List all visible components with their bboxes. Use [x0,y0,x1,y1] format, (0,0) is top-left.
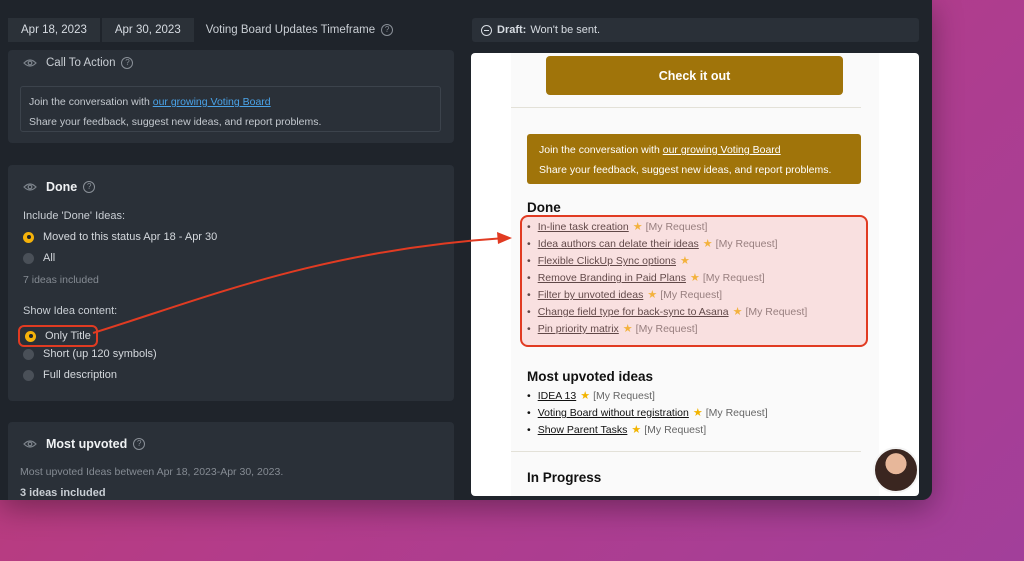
idea-list-item: Show Parent Tasks★[My Request] [527,422,768,439]
idea-list-item: IDEA 13★[My Request] [527,388,768,405]
my-request-tag: [My Request] [644,424,707,436]
radio-short-label: Short (up 120 symbols) [43,348,157,360]
radio-dot-selected [23,231,34,243]
upvoted-panel-header: Most upvoted ? [23,437,146,451]
ideas-count: 7 ideas included [23,274,99,286]
cta-box[interactable]: Join the conversation with our growing V… [20,86,441,132]
done-panel-title: Done [46,180,78,194]
timeframe-label-text: Voting Board Updates Timeframe [205,24,376,36]
radio-short[interactable]: Short (up 120 symbols) [23,348,157,360]
radio-dot-selected [25,330,36,342]
radio-dot [23,252,34,264]
idea-list-item: Voting Board without registration★[My Re… [527,405,768,422]
draft-bar: Draft: Won't be sent. [472,18,919,42]
star-icon: ★ [692,407,703,419]
join-line-1: Join the conversation with our growing V… [539,140,849,160]
join-prefix: Join the conversation with [539,144,663,156]
in-progress-heading: In Progress [527,470,602,485]
help-icon[interactable]: ? [133,438,146,450]
radio-all[interactable]: All [23,252,55,264]
idea-content-label: Show Idea content: [23,305,118,317]
divider [511,451,861,452]
timeframe-bar: Apr 18, 2023 Apr 30, 2023 Voting Board U… [8,18,394,42]
help-icon[interactable]: ? [121,57,134,69]
upvoted-count: 3 ideas included [20,487,106,499]
radio-full-description-label: Full description [43,369,117,381]
upvoted-description: Most upvoted Ideas between Apr 18, 2023-… [20,466,284,478]
cta-panel-header: Call To Action ? [23,57,134,69]
upvoted-panel-title: Most upvoted [46,437,128,451]
divider [511,107,861,108]
done-panel-header: Done ? [23,180,96,194]
support-avatar[interactable] [873,447,919,493]
idea-title-link[interactable]: Voting Board without registration [538,405,689,422]
app-window: Apr 18, 2023 Apr 30, 2023 Voting Board U… [0,0,932,500]
timeframe-label: Voting Board Updates Timeframe ? [205,24,394,36]
upvoted-ideas-list: IDEA 13★[My Request]Voting Board without… [527,388,768,439]
done-panel: Done ? Include 'Done' Ideas: Moved to th… [8,165,454,401]
star-icon: ★ [631,424,642,436]
my-request-tag: [My Request] [705,407,768,419]
cta-panel: Call To Action ? Join the conversation w… [8,50,454,143]
radio-only-title-label: Only Title [45,330,91,342]
eye-icon[interactable] [23,58,37,68]
join-box: Join the conversation with our growing V… [527,134,861,184]
join-voting-board-link[interactable]: our growing Voting Board [663,144,781,156]
check-it-out-button[interactable]: Check it out [546,56,843,95]
help-icon[interactable]: ? [83,181,96,193]
done-heading: Done [527,200,561,215]
radio-all-label: All [43,252,56,264]
draft-text: Won't be sent. [530,24,601,36]
idea-title-link[interactable]: IDEA 13 [538,388,577,405]
radio-dot [23,348,34,360]
my-request-tag: [My Request] [593,390,655,402]
cta-line-1-prefix: Join the conversation with [29,96,153,108]
cta-line-1: Join the conversation with our growing V… [29,92,432,112]
help-icon[interactable]: ? [381,24,394,36]
date-from-chip[interactable]: Apr 18, 2023 [8,18,100,42]
eye-icon[interactable] [23,439,37,449]
radio-moved-status-label: Moved to this status Apr 18 - Apr 30 [43,231,218,243]
eye-icon[interactable] [23,182,37,192]
minus-circle-icon [481,24,492,36]
most-upvoted-heading: Most upvoted ideas [527,369,654,384]
radio-full-description[interactable]: Full description [23,369,117,381]
cta-line-2: Share your feedback, suggest new ideas, … [29,116,322,128]
radio-moved-status[interactable]: Moved to this status Apr 18 - Apr 30 [23,231,217,243]
date-to-chip[interactable]: Apr 30, 2023 [101,18,194,42]
idea-title-link[interactable]: Show Parent Tasks [538,422,628,439]
join-line-2: Share your feedback, suggest new ideas, … [539,164,832,176]
include-done-label: Include 'Done' Ideas: [23,210,126,222]
radio-only-title[interactable]: Only Title [18,325,98,347]
done-list-highlight [520,215,868,347]
star-icon: ★ [580,390,591,402]
draft-label: Draft: [497,24,527,36]
upvoted-panel: Most upvoted ? Most upvoted Ideas betwee… [8,422,454,500]
cta-panel-title: Call To Action [46,57,116,69]
radio-dot [23,369,34,381]
voting-board-link[interactable]: our growing Voting Board [153,96,271,108]
